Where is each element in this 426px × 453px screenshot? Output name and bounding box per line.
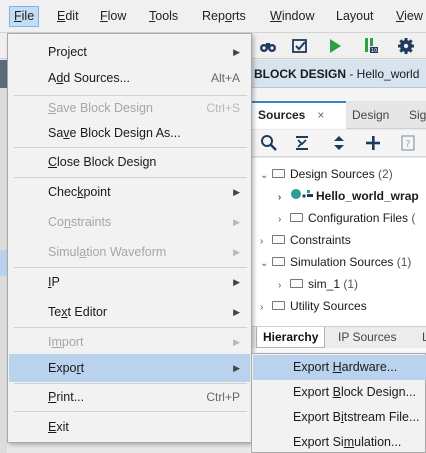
submenu-arrow-icon: ▶ xyxy=(233,337,240,347)
menu-tools[interactable]: Tools xyxy=(145,6,182,27)
folder-icon xyxy=(272,257,285,267)
tree-item-sim-1[interactable]: › sim_1 (1) xyxy=(278,273,358,295)
tab-sources[interactable]: Sources × xyxy=(252,101,346,129)
collapsed-arrow-icon[interactable]: › xyxy=(260,231,272,253)
folder-icon xyxy=(290,213,303,223)
menu-item-print[interactable]: Print... Ctrl+P xyxy=(9,383,250,411)
menu-item-checkpoint[interactable]: Checkpoint ▶ xyxy=(9,178,250,206)
block-design-icon xyxy=(290,186,316,208)
svg-text:?: ? xyxy=(405,139,410,150)
submenu-arrow-icon: ▶ xyxy=(233,363,240,373)
svg-text:101: 101 xyxy=(371,48,381,54)
tree-item-design-sources[interactable]: ⌄ Design Sources (2) xyxy=(260,163,393,185)
export-submenu: Export Hardware... Export Block Design..… xyxy=(251,353,426,453)
expand-all-icon[interactable] xyxy=(330,134,348,152)
collapsed-arrow-icon[interactable]: › xyxy=(260,297,272,319)
menu-edit[interactable]: Edit xyxy=(53,6,83,27)
sources-tab-bar: Sources × Design Sig xyxy=(250,101,426,129)
submenu-arrow-icon: ▶ xyxy=(233,187,240,197)
bitstream-icon[interactable]: 101 xyxy=(362,36,382,56)
menu-reports[interactable]: Reports xyxy=(198,6,250,27)
add-icon[interactable] xyxy=(364,134,382,152)
tree-item-utility-sources[interactable]: › Utility Sources xyxy=(260,295,367,317)
menu-item-close-block-design[interactable]: Close Block Design xyxy=(9,148,250,176)
menu-item-save-block-design[interactable]: Save Block Design Ctrl+S xyxy=(9,94,250,122)
sources-bottom-tab-bar: Hierarchy IP Sources L xyxy=(250,326,426,348)
run-icon[interactable] xyxy=(325,36,345,56)
menu-item-simulation-waveform[interactable]: Simulation Waveform ▶ xyxy=(9,238,250,266)
folder-icon xyxy=(272,235,285,245)
collapsed-arrow-icon[interactable]: › xyxy=(278,187,290,209)
menu-item-export-bitstream[interactable]: Export Bitstream File... xyxy=(253,405,426,430)
menu-item-project[interactable]: Project ▶ xyxy=(9,38,250,66)
menu-item-ip[interactable]: IP ▶ xyxy=(9,268,250,296)
menu-item-export-simulation[interactable]: Export Simulation... xyxy=(253,430,426,453)
menu-item-import[interactable]: Import ▶ xyxy=(9,328,250,356)
gear-icon[interactable] xyxy=(396,36,416,56)
expand-arrow-icon[interactable]: ⌄ xyxy=(260,253,272,275)
folder-icon xyxy=(272,169,285,179)
menu-file[interactable]: File xyxy=(9,6,40,27)
tab-signals[interactable]: Sig xyxy=(405,101,426,129)
tab-hierarchy[interactable]: Hierarchy xyxy=(256,327,326,348)
binoculars-icon[interactable] xyxy=(258,36,278,56)
checkbox-icon[interactable] xyxy=(290,36,310,56)
file-menu: Project ▶ Add Sources... Alt+A Save Bloc… xyxy=(7,33,252,443)
folder-icon xyxy=(272,301,285,311)
sources-tree: ⌄ Design Sources (2) › Hello_world_wrap › C… xyxy=(250,158,426,326)
collapse-all-icon[interactable] xyxy=(293,134,311,152)
tree-item-simulation-sources[interactable]: ⌄ Simulation Sources (1) xyxy=(260,251,411,273)
tab-libraries[interactable]: L xyxy=(416,327,426,348)
panel-spacer xyxy=(250,88,426,101)
menu-item-exit[interactable]: Exit xyxy=(9,413,250,441)
collapsed-arrow-icon[interactable]: › xyxy=(278,209,290,231)
submenu-arrow-icon: ▶ xyxy=(233,247,240,257)
collapsed-arrow-icon[interactable]: › xyxy=(278,275,290,297)
submenu-arrow-icon: ▶ xyxy=(233,277,240,287)
properties-icon[interactable]: ? xyxy=(399,134,417,152)
menu-item-constraints[interactable]: Constraints ▶ xyxy=(9,208,250,236)
menu-item-save-block-design-as[interactable]: Save Block Design As... xyxy=(9,119,250,147)
left-panel-header xyxy=(0,60,7,88)
folder-icon xyxy=(290,279,303,289)
menu-item-export[interactable]: Export ▶ xyxy=(9,354,250,382)
submenu-arrow-icon: ▶ xyxy=(233,307,240,317)
tree-item-configuration-files[interactable]: › Configuration Files ( xyxy=(278,207,415,229)
menu-view[interactable]: View xyxy=(392,6,426,27)
search-icon[interactable] xyxy=(260,134,278,152)
menu-item-add-sources[interactable]: Add Sources... Alt+A xyxy=(9,64,250,92)
block-design-title-bar: BLOCK DESIGN - Hello_world xyxy=(250,60,426,88)
tab-ip-sources[interactable]: IP Sources xyxy=(332,327,402,348)
menu-layout[interactable]: Layout xyxy=(332,6,378,27)
sources-toolbar: ? xyxy=(250,130,426,157)
menu-separator xyxy=(14,411,247,412)
tree-item-constraints[interactable]: › Constraints xyxy=(260,229,351,251)
submenu-arrow-icon: ▶ xyxy=(233,217,240,227)
menu-bar: File Edit Flow Tools Reports Window Layo… xyxy=(0,0,426,33)
menu-window[interactable]: Window xyxy=(266,6,318,27)
tab-design[interactable]: Design xyxy=(346,101,404,129)
expand-arrow-icon[interactable]: ⌄ xyxy=(260,165,272,187)
close-icon[interactable]: × xyxy=(317,108,324,122)
menu-item-export-hardware[interactable]: Export Hardware... xyxy=(253,355,426,380)
menu-item-export-block-design[interactable]: Export Block Design... xyxy=(253,380,426,405)
left-panel-selection xyxy=(0,250,7,276)
submenu-arrow-icon: ▶ xyxy=(233,47,240,57)
menu-item-text-editor[interactable]: Text Editor ▶ xyxy=(9,298,250,326)
menu-flow[interactable]: Flow xyxy=(96,6,130,27)
tree-item-hello-world-wrapper[interactable]: › Hello_world_wrap xyxy=(278,185,419,207)
